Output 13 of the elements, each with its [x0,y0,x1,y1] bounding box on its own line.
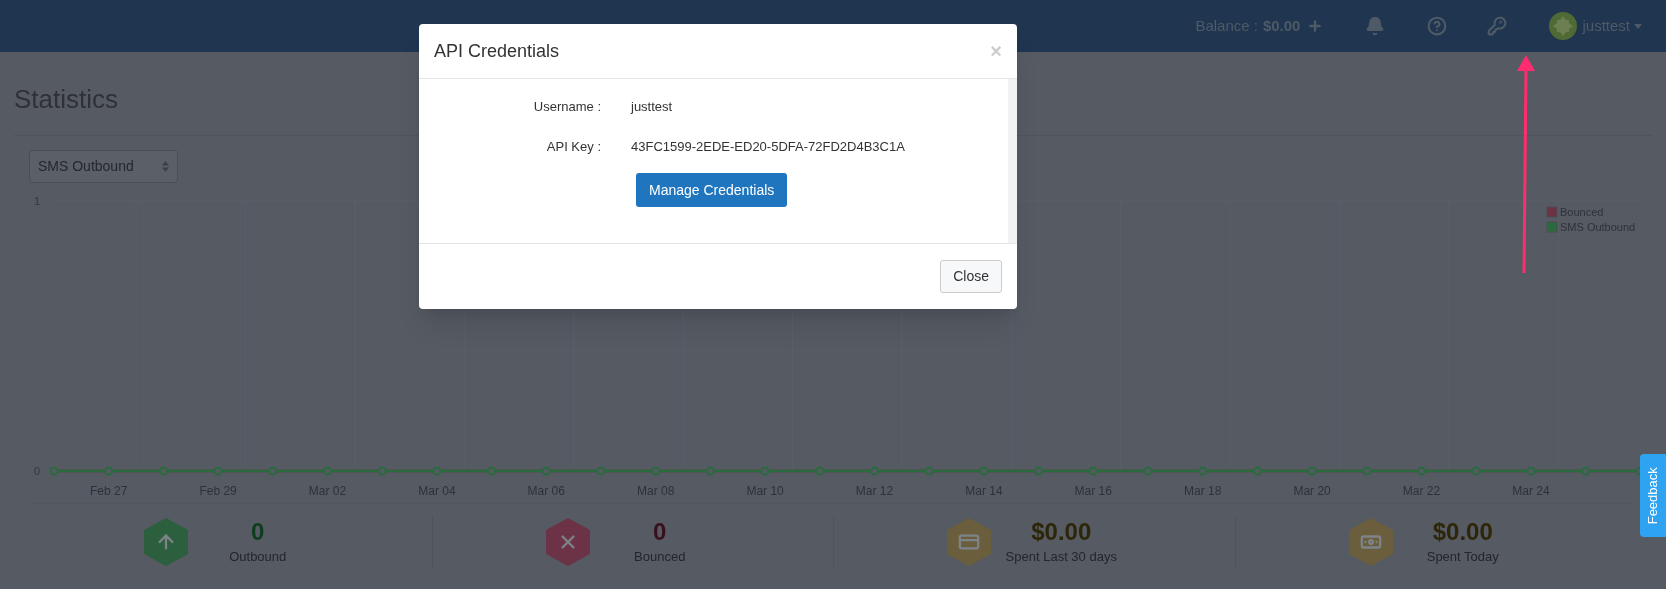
stat-label: Outbound [229,548,287,567]
stat-value: $0.00 [1031,517,1092,548]
stat-value: 0 [653,517,667,548]
stat-value: 0 [251,517,265,548]
stat-label: Spent Today [1426,548,1499,567]
field-value: 43FC1599-2EDE-ED20-5DFA-72FD2D4B3C1A [631,138,905,156]
field-value: justtest [631,98,673,116]
stat-value: $0.00 [1432,517,1493,548]
field-label: Username : [532,98,601,116]
modal-title: API Credentials [434,39,560,63]
stat-label: Bounced [634,548,686,567]
stat-label: Spent Last 30 days [1005,548,1117,567]
field-label: API Key : [545,138,601,156]
